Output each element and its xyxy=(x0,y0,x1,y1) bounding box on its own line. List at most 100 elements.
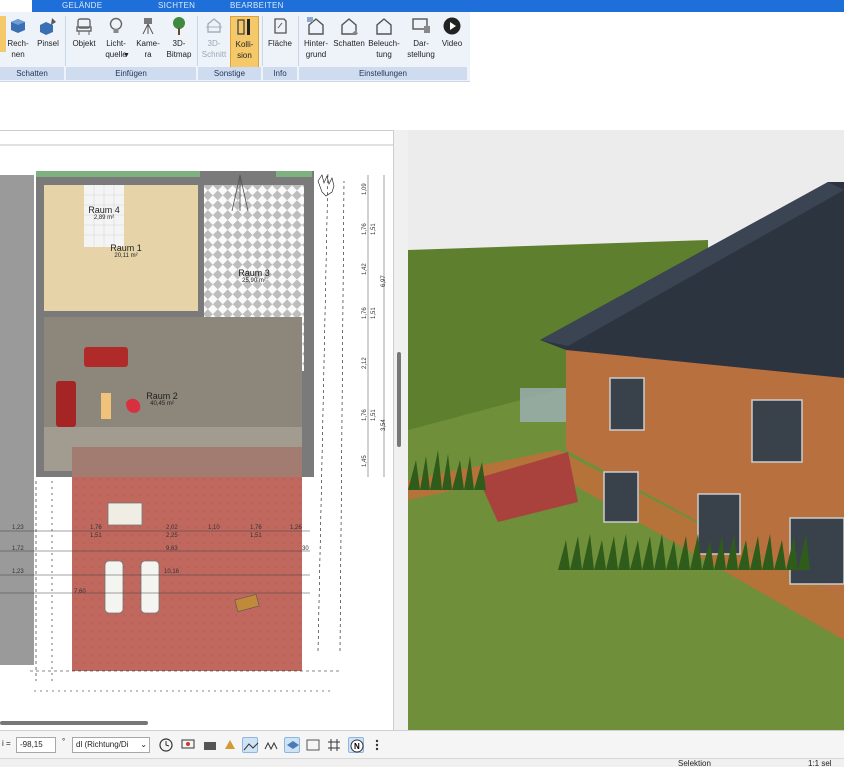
bitmap-button[interactable]: 3D- Bitmap xyxy=(164,16,194,60)
schnitt-label: 3D- Schnitt xyxy=(201,39,227,59)
lichtquelle-button[interactable]: Licht- quelle ▼ xyxy=(100,16,132,60)
clock-icon[interactable] xyxy=(158,737,174,753)
group-separator xyxy=(262,16,263,66)
kamera-button[interactable]: Kame- ra xyxy=(134,16,162,60)
status-bar: Selektion 1:1 sel xyxy=(0,758,844,768)
layers-icon[interactable] xyxy=(284,737,300,753)
svg-text:N: N xyxy=(354,742,360,751)
room-area: 2,89 m² xyxy=(93,215,115,221)
kollision-label: Kolli- sion xyxy=(235,40,254,60)
dimension-label: 2,25 xyxy=(166,533,178,539)
street xyxy=(0,175,34,665)
video-button[interactable]: Video xyxy=(438,16,466,49)
car-1 xyxy=(104,560,124,614)
room-label-raum-2: Raum 2 40,45 m² xyxy=(136,391,188,407)
horizontal-scrollbar[interactable] xyxy=(0,721,148,725)
terrain-icon[interactable] xyxy=(242,737,259,753)
angle-label: i = xyxy=(2,739,11,748)
dimension-label: 6,97 xyxy=(381,275,387,287)
dimension-label: 1,76 xyxy=(362,307,368,319)
dimension-label: 1,76 xyxy=(90,525,102,531)
rechnen-button[interactable]: Rech- nen xyxy=(6,16,30,60)
more-options-icon[interactable] xyxy=(373,737,381,753)
pinsel-button[interactable]: Pinsel xyxy=(35,16,61,49)
chair-icon xyxy=(76,18,92,35)
schnitt-button[interactable]: 3D- Schnitt xyxy=(200,16,228,60)
room-name: Raum 1 xyxy=(110,243,142,253)
beleuchtung-label: Beleuch- tung xyxy=(368,39,400,59)
bench xyxy=(107,502,143,526)
group-separator xyxy=(298,16,299,66)
window xyxy=(603,471,639,523)
sofa-2 xyxy=(56,381,76,427)
paint-icon[interactable] xyxy=(222,737,238,753)
monitor-icon[interactable] xyxy=(180,737,196,753)
brush-cube-icon xyxy=(40,18,56,35)
3d-view[interactable] xyxy=(408,130,844,730)
dimension-label: 9,63 xyxy=(166,546,178,552)
dimension-label: 3,54 xyxy=(381,419,387,431)
kollision-button[interactable]: Kolli- sion xyxy=(230,16,259,68)
schatten-label: Schatten xyxy=(333,39,365,48)
play-icon xyxy=(443,17,461,35)
grid-icon[interactable] xyxy=(326,737,342,753)
group-label-sonstige: Sonstige xyxy=(198,67,261,80)
rechnen-label: Rech- nen xyxy=(7,39,29,59)
objekt-button[interactable]: Objekt xyxy=(70,16,98,49)
hintergrund-button[interactable]: Hinter- grund xyxy=(300,16,332,60)
darstellung-button[interactable]: Dar- stellung xyxy=(405,16,437,60)
group-separator xyxy=(65,16,66,66)
texture-icon[interactable] xyxy=(305,737,321,753)
floor-plan-view[interactable]: Raum 4 2,89 m² Raum 1 20,11 m² Raum 3 25… xyxy=(0,130,405,730)
group-label-einstellungen: Einstellungen xyxy=(299,67,467,80)
dimension-label: 1,45 xyxy=(362,455,368,467)
dimension-label: 1,42 xyxy=(362,263,368,275)
group-label-einfuegen: Einfügen xyxy=(66,67,196,80)
dimension-label: 7,60 xyxy=(74,589,86,595)
direction-dropdown-value: dl (Richtung/Di xyxy=(76,740,129,749)
monitor-icon xyxy=(412,18,430,33)
beleuchtung-button[interactable]: Beleuch- tung xyxy=(366,16,402,60)
collision-icon xyxy=(236,19,250,35)
3d-scene[interactable] xyxy=(408,130,844,730)
dimension-label: 1,76 xyxy=(362,223,368,235)
camera-tripod-icon xyxy=(142,18,154,35)
house-light-icon xyxy=(376,18,392,35)
flaeche-label: Fläche xyxy=(267,39,292,48)
floor-plan-canvas[interactable] xyxy=(0,131,395,731)
dimension-label: 1,23 xyxy=(12,569,24,575)
terrace xyxy=(72,447,302,671)
darstellung-label: Dar- stellung xyxy=(407,39,435,59)
direction-dropdown[interactable]: dl (Richtung/Di ⌄ xyxy=(72,737,150,753)
angle-unit: ° xyxy=(62,737,66,746)
pinsel-label: Pinsel xyxy=(37,39,59,48)
dimension-label: 1,26 xyxy=(290,525,302,531)
cube-icon xyxy=(11,19,25,33)
tab-bearbeiten[interactable]: BEARBEITEN xyxy=(230,1,284,10)
north-icon[interactable]: N xyxy=(348,737,364,753)
tab-gelaende[interactable]: GELÄNDE xyxy=(62,1,102,10)
angle-input[interactable]: -98,15 xyxy=(16,737,56,753)
house-background-icon xyxy=(307,17,324,35)
dimension-label: 1,51 xyxy=(371,223,377,235)
room-label-raum-1: Raum 1 20,11 m² xyxy=(100,243,152,259)
dimension-label: 1,51 xyxy=(90,533,102,539)
vertical-scrollbar-thumb[interactable] xyxy=(397,352,401,447)
dimension-label: 2,12 xyxy=(362,357,368,369)
plants-icon[interactable] xyxy=(263,737,279,753)
area-info-icon xyxy=(274,18,287,34)
room-name: Raum 2 xyxy=(146,391,178,401)
video-label: Video xyxy=(441,39,463,48)
bottom-toolbar: i = -98,15 ° dl (Richtung/Di ⌄ N xyxy=(0,730,844,758)
house-shadow-icon xyxy=(341,18,358,35)
camera-icon[interactable] xyxy=(202,737,218,753)
flaeche-button[interactable]: Fläche xyxy=(265,16,295,49)
schatten-button[interactable]: Schatten xyxy=(332,16,366,49)
tab-sichten[interactable]: SICHTEN xyxy=(158,1,195,10)
dimension-label: 10,16 xyxy=(164,569,180,575)
dimension-label: 1,23 xyxy=(12,525,24,531)
view-splitter[interactable] xyxy=(393,130,408,730)
window xyxy=(789,517,844,585)
dimension-label: 1,76 xyxy=(250,525,262,531)
dimension-label: 1,76 xyxy=(362,409,368,421)
